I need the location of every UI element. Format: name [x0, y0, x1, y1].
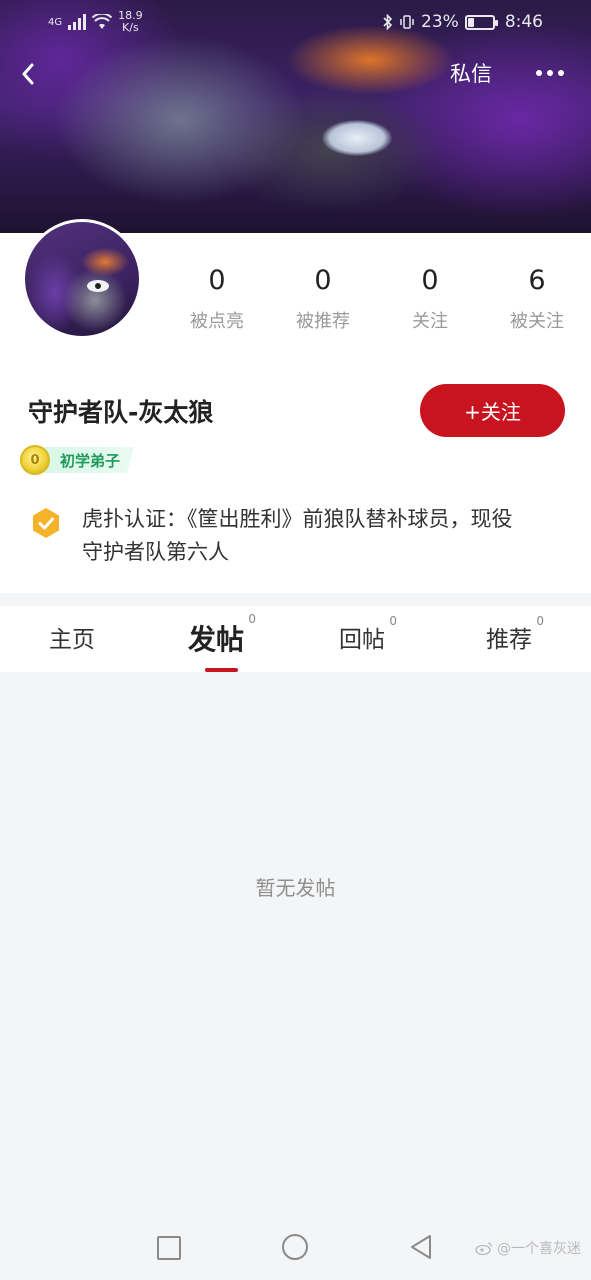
- tab-count: 0: [389, 614, 397, 628]
- top-nav: 私信: [0, 52, 591, 96]
- more-dot-icon: [558, 70, 564, 76]
- back-button[interactable]: [10, 56, 46, 92]
- tab-label: 回帖: [339, 627, 385, 653]
- empty-state-text: 暂无发帖: [255, 876, 336, 900]
- stat-value: 6: [528, 265, 546, 296]
- battery-percent: 23%: [421, 12, 459, 32]
- more-dot-icon: [547, 70, 553, 76]
- stat-value: 0: [314, 265, 332, 296]
- watermark: @一个喜灰迷: [475, 1238, 581, 1258]
- stat-value: 0: [208, 265, 226, 296]
- tab-label: 推荐: [486, 627, 532, 653]
- speed-unit: K/s: [122, 21, 139, 34]
- status-left: 4G 18.9 K/s: [48, 10, 143, 34]
- network-type: 4G: [48, 16, 63, 28]
- clock: 8:46: [504, 12, 543, 32]
- system-nav-bar: @一个喜灰迷: [0, 1216, 591, 1280]
- level-badge[interactable]: 0 初学弟子: [20, 445, 135, 475]
- stat-recommended[interactable]: 0 被推荐: [268, 263, 378, 333]
- more-button[interactable]: [530, 58, 570, 88]
- tab-label: 主页: [49, 627, 95, 653]
- battery-icon: [464, 14, 498, 30]
- private-message-button[interactable]: 私信: [450, 58, 492, 88]
- home-button[interactable]: [282, 1234, 308, 1260]
- follow-button[interactable]: +关注: [420, 384, 565, 437]
- coin-icon: 0: [20, 445, 50, 475]
- posts-list: 暂无发帖: [0, 672, 591, 1216]
- battery-fill: [467, 17, 474, 27]
- stat-label: 被推荐: [296, 311, 350, 332]
- tab-replies[interactable]: 回帖 0: [339, 614, 397, 654]
- more-dot-icon: [536, 70, 542, 76]
- tab-count: 0: [248, 612, 257, 626]
- profile-card: 0 被点亮 0 被推荐 0 关注 6 被关注 守护者队-灰太狼 +关注 0 初学…: [0, 219, 591, 593]
- tab-home[interactable]: 主页: [49, 620, 95, 654]
- chevron-left-icon: [22, 63, 34, 85]
- avatar[interactable]: [22, 219, 142, 339]
- network-speed: 18.9 K/s: [118, 10, 143, 34]
- stat-following[interactable]: 0 关注: [375, 263, 485, 333]
- verified-check-icon: [33, 508, 59, 538]
- vibrate-icon: [400, 15, 414, 29]
- status-right: 23% 8:46: [383, 12, 543, 32]
- verification-text: 虎扑认证：《筐出胜利》前狼队替补球员，现役守护者队第六人: [82, 507, 513, 564]
- stat-label: 被点亮: [190, 311, 244, 332]
- tab-label: 发帖: [188, 623, 245, 656]
- avatar-image: [87, 280, 109, 292]
- banner-image: [322, 120, 392, 156]
- wifi-icon: [92, 14, 113, 29]
- bluetooth-icon: [383, 14, 393, 30]
- profile-stats: 0 被点亮 0 被推荐 0 关注 6 被关注: [162, 263, 591, 343]
- username: 守护者队-灰太狼: [28, 398, 214, 427]
- status-bar: 4G 18.9 K/s 23% 8:46: [0, 0, 591, 44]
- stat-liked[interactable]: 0 被点亮: [162, 263, 272, 333]
- watermark-text: @一个喜灰迷: [497, 1241, 581, 1257]
- tab-posts[interactable]: 发帖 0: [188, 612, 256, 658]
- tab-recommended[interactable]: 推荐 0: [486, 614, 544, 654]
- level-label: 初学弟子: [44, 447, 135, 473]
- stat-value: 0: [421, 265, 439, 296]
- weibo-icon: [475, 1242, 493, 1255]
- profile-tabs: 主页 发帖 0 回帖 0 推荐 0: [0, 606, 591, 672]
- signal-icon: [68, 14, 87, 30]
- recent-apps-button[interactable]: [157, 1236, 181, 1260]
- stat-followers[interactable]: 6 被关注: [482, 263, 591, 333]
- stat-label: 关注: [412, 311, 448, 332]
- tab-count: 0: [536, 614, 544, 628]
- stat-label: 被关注: [510, 311, 564, 332]
- back-triangle-icon[interactable]: [408, 1233, 434, 1261]
